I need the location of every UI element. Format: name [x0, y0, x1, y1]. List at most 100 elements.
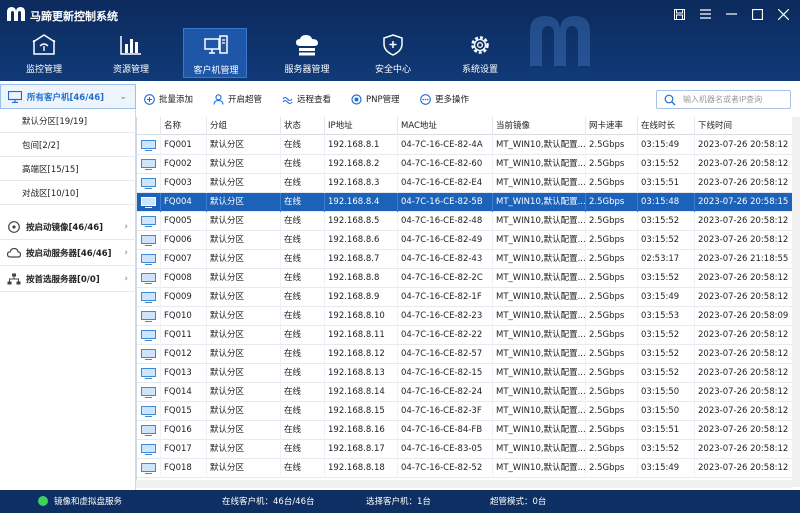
table-row[interactable]: FQ018 默认分区 在线 192.168.8.18 04-7C-16-CE-82-52… — [137, 459, 792, 478]
cell-status: 在线 — [281, 174, 325, 193]
cell-ip: 192.168.8.8 — [325, 269, 398, 288]
sidebar-item-private-room[interactable]: 包间[2/2] — [0, 133, 136, 157]
sidebar-item-high-end-zone[interactable]: 高端区[15/15] — [0, 157, 136, 181]
column-header-offline-time[interactable]: 下线时间 — [695, 117, 792, 135]
sidebar-group-by-preferred-server[interactable]: 按首选服务器[0/0] › — [0, 267, 136, 292]
search-icon[interactable] — [664, 94, 676, 106]
column-header-status[interactable]: 状态 — [281, 117, 325, 135]
enable-supervisor-button[interactable]: 开启超管 — [213, 92, 262, 106]
table-row[interactable]: FQ002 默认分区 在线 192.168.8.2 04-7C-16-CE-82-60 M… — [137, 155, 792, 174]
nav-monitor[interactable]: 监控管理 — [14, 28, 74, 78]
cell-offline-time: 2023-07-26 20:58:12 — [695, 326, 792, 345]
sidebar-group-by-boot-server[interactable]: 按启动服务器[46/46] › — [0, 241, 136, 266]
table-row[interactable]: FQ001 默认分区 在线 192.168.8.1 04-7C-16-CE-82-4A M… — [137, 136, 792, 155]
cell-image: MT_WIN10,默认配置... — [493, 288, 586, 307]
cell-image: MT_WIN10,默认配置... — [493, 459, 586, 478]
cell-online-time: 03:15:49 — [638, 288, 695, 307]
close-button[interactable] — [770, 4, 796, 24]
table-row[interactable]: FQ007 默认分区 在线 192.168.8.7 04-7C-16-CE-82-43 M… — [137, 250, 792, 269]
cell-group: 默认分区 — [207, 383, 281, 402]
cell-group: 默认分区 — [207, 307, 281, 326]
table-row[interactable]: FQ016 默认分区 在线 192.168.8.16 04-7C-16-CE-84-FB… — [137, 421, 792, 440]
cell-group: 默认分区 — [207, 136, 281, 155]
table-row[interactable]: FQ008 默认分区 在线 192.168.8.8 04-7C-16-CE-82-2C M… — [137, 269, 792, 288]
save-button[interactable] — [666, 4, 692, 24]
search-input[interactable] — [683, 93, 788, 106]
cell-group: 默认分区 — [207, 212, 281, 231]
column-header-mac[interactable]: MAC地址 — [398, 117, 493, 135]
sidebar-item-default-zone[interactable]: 默认分区[19/19] — [0, 109, 136, 133]
cell-status: 在线 — [281, 421, 325, 440]
column-header-online-time[interactable]: 在线时长 — [638, 117, 695, 135]
title-bar: 马蹄更新控制系统 — [0, 0, 800, 28]
more-actions-button[interactable]: 更多操作 — [420, 92, 469, 106]
cell-ip: 192.168.8.13 — [325, 364, 398, 383]
remote-view-button[interactable]: 远程查看 — [282, 92, 331, 106]
menu-button[interactable] — [692, 4, 718, 24]
column-header-nic-speed[interactable]: 网卡速率 — [586, 117, 638, 135]
cell-name: FQ014 — [161, 383, 207, 402]
chevron-right-icon: › — [124, 222, 128, 232]
cell-image: MT_WIN10,默认配置... — [493, 383, 586, 402]
sidebar-group-all-clients[interactable]: 所有客户机[46/46] ⌄ — [0, 84, 136, 109]
column-header-image[interactable]: 当前镜像 — [493, 117, 586, 135]
nav-resource[interactable]: 资源管理 — [101, 28, 161, 78]
vertical-scrollbar[interactable] — [792, 117, 800, 487]
table-row[interactable]: FQ011 默认分区 在线 192.168.8.11 04-7C-16-CE-82-22… — [137, 326, 792, 345]
cell-offline-time: 2023-07-26 20:58:09 — [695, 307, 792, 326]
cell-mac: 04-7C-16-CE-82-57 — [398, 345, 493, 364]
minimize-button[interactable] — [718, 4, 744, 24]
cell-icon — [137, 402, 161, 421]
nav-security[interactable]: 安全中心 — [363, 28, 423, 78]
cell-nic-speed: 2.5Gbps — [586, 231, 638, 250]
computer-icon — [141, 159, 156, 170]
table-row[interactable]: FQ014 默认分区 在线 192.168.8.14 04-7C-16-CE-82-24… — [137, 383, 792, 402]
cell-name: FQ007 — [161, 250, 207, 269]
column-header-group[interactable]: 分组 — [207, 117, 281, 135]
cell-mac: 04-7C-16-CE-82-52 — [398, 459, 493, 478]
cell-icon — [137, 459, 161, 478]
cell-icon — [137, 193, 161, 212]
column-header-name[interactable]: 名称 — [161, 117, 207, 135]
nav-client[interactable]: 客户机管理 — [183, 28, 247, 78]
computer-icon — [141, 197, 156, 208]
sidebar-item-battle-zone[interactable]: 对战区[10/10] — [0, 181, 136, 205]
computer-icon — [141, 444, 156, 455]
pnp-manage-button[interactable]: PNP管理 — [351, 92, 400, 106]
cell-mac: 04-7C-16-CE-82-43 — [398, 250, 493, 269]
table-row[interactable]: FQ006 默认分区 在线 192.168.8.6 04-7C-16-CE-82-49 M… — [137, 231, 792, 250]
batch-add-button[interactable]: 批量添加 — [144, 92, 193, 106]
table-row[interactable]: FQ005 默认分区 在线 192.168.8.5 04-7C-16-CE-82-48 M… — [137, 212, 792, 231]
more-actions-label: 更多操作 — [435, 95, 470, 105]
sort-ascending-icon: ^ — [357, 117, 364, 122]
maximize-icon — [751, 8, 763, 20]
maximize-button[interactable] — [744, 4, 770, 24]
cell-nic-speed: 2.5Gbps — [586, 212, 638, 231]
table-row[interactable]: FQ013 默认分区 在线 192.168.8.13 04-7C-16-CE-82-15… — [137, 364, 792, 383]
cell-group: 默认分区 — [207, 421, 281, 440]
table-row[interactable]: FQ015 默认分区 在线 192.168.8.15 04-7C-16-CE-82-3F… — [137, 402, 792, 421]
cell-image: MT_WIN10,默认配置... — [493, 136, 586, 155]
cell-offline-time: 2023-07-26 20:58:12 — [695, 288, 792, 307]
table-row[interactable]: FQ003 默认分区 在线 192.168.8.3 04-7C-16-CE-82-E4 M… — [137, 174, 792, 193]
cell-name: FQ008 — [161, 269, 207, 288]
cell-online-time: 02:53:17 — [638, 250, 695, 269]
cell-offline-time: 2023-07-26 20:58:12 — [695, 440, 792, 459]
app-window: 马蹄更新控制系统 监控管理 资源管理 客户机管理 服务器管理 安全中心 系统设置… — [0, 0, 800, 513]
cell-image: MT_WIN10,默认配置... — [493, 193, 586, 212]
table-row[interactable]: FQ004 默认分区 在线 192.168.8.4 04-7C-16-CE-82-5B M… — [137, 193, 792, 212]
cell-ip: 192.168.8.4 — [325, 193, 398, 212]
cell-online-time: 03:15:50 — [638, 383, 695, 402]
table-row[interactable]: FQ010 默认分区 在线 192.168.8.10 04-7C-16-CE-82-23… — [137, 307, 792, 326]
nav-server[interactable]: 服务器管理 — [276, 28, 338, 78]
table-row[interactable]: FQ012 默认分区 在线 192.168.8.12 04-7C-16-CE-82-57… — [137, 345, 792, 364]
table-row[interactable]: FQ009 默认分区 在线 192.168.8.9 04-7C-16-CE-82-1F M… — [137, 288, 792, 307]
table-row[interactable]: FQ017 默认分区 在线 192.168.8.17 04-7C-16-CE-83-05… — [137, 440, 792, 459]
sidebar-item-label: 包间[2/2] — [22, 140, 60, 151]
nav-settings[interactable]: 系统设置 — [450, 28, 510, 78]
horizontal-scrollbar[interactable] — [136, 480, 792, 488]
cell-offline-time: 2023-07-26 20:58:12 — [695, 402, 792, 421]
sidebar-group-by-image[interactable]: 按启动镜像[46/46] › — [0, 215, 136, 240]
computer-icon — [141, 387, 156, 398]
cell-ip: 192.168.8.14 — [325, 383, 398, 402]
